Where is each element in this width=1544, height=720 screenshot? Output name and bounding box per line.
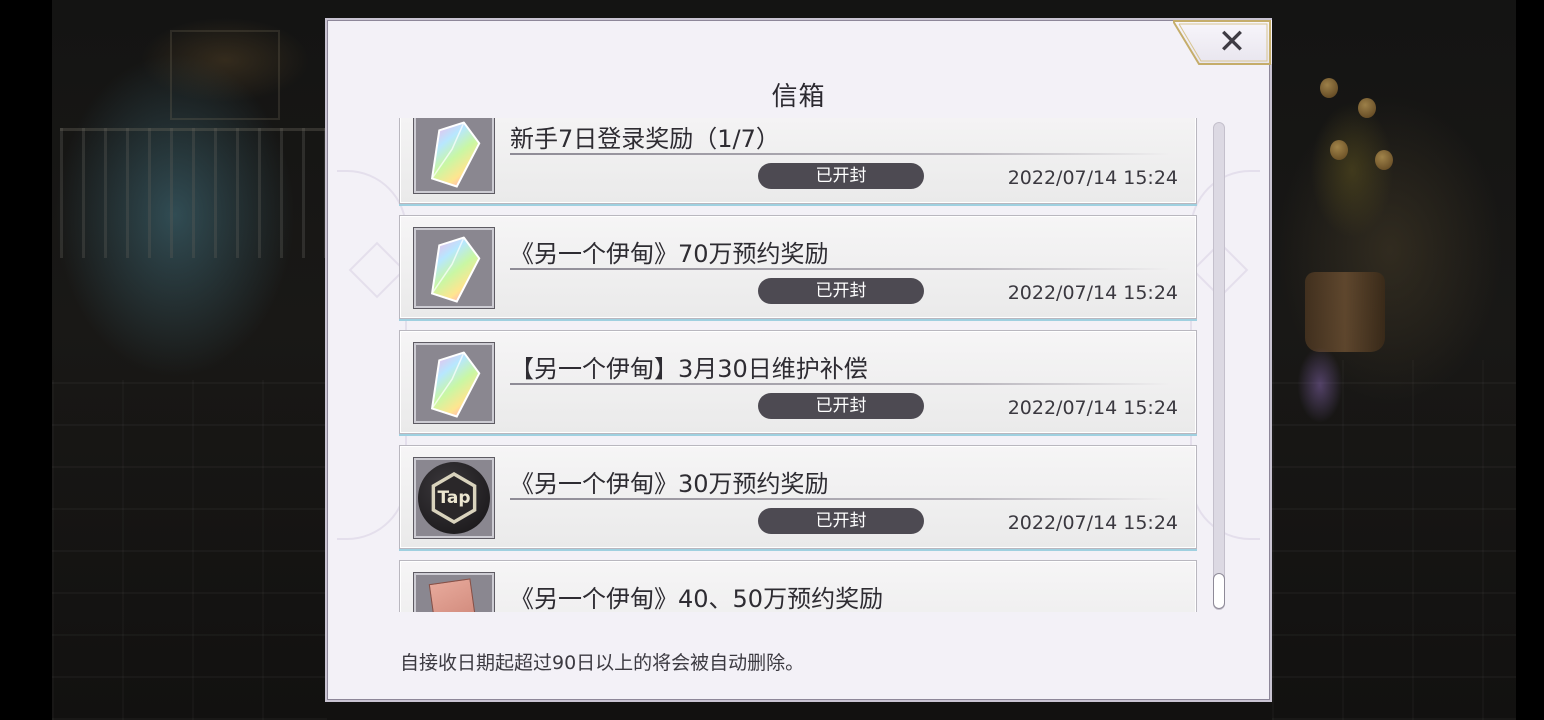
subject-divider xyxy=(510,153,1170,155)
mail-status-badge: 已开封 xyxy=(758,393,924,419)
background-fruit xyxy=(1330,140,1348,160)
mail-list-scrollbar[interactable] xyxy=(1213,122,1225,610)
mail-subject: 新手7日登录奖励（1/7） xyxy=(510,125,780,153)
close-icon[interactable]: ✕ xyxy=(1212,24,1252,60)
mail-item[interactable]: 《另一个伊甸》70万预约奖励 已开封 2022/07/14 15:24 xyxy=(399,215,1197,319)
background-fruit xyxy=(1375,150,1393,170)
mail-item[interactable]: Tap 《另一个伊甸》30万预约奖励 已开封 2022/07/14 15:24 xyxy=(399,445,1197,549)
background-flower xyxy=(1285,330,1355,440)
taptap-hexagon: Tap xyxy=(431,472,477,524)
mail-subject: 【另一个伊甸】3月30日维护补偿 xyxy=(510,355,868,383)
mail-list-content: 新手7日登录奖励（1/7） 已开封 2022/07/14 15:24 《另一个伊… xyxy=(399,118,1199,612)
mail-status-badge: 已开封 xyxy=(758,508,924,534)
mail-attachment-icon-frame xyxy=(414,573,494,612)
dialog-title: 信箱 xyxy=(771,82,826,112)
mail-attachment-icon-frame: Tap xyxy=(414,458,494,538)
dialog-ornament xyxy=(337,170,407,540)
taptap-icon: Tap xyxy=(418,462,490,534)
mail-attachment-icon-frame xyxy=(414,118,494,193)
background-brick-wall-left xyxy=(52,380,327,720)
subject-divider xyxy=(510,498,1170,500)
mail-attachment-icon-frame xyxy=(414,228,494,308)
rainbow-crystal-icon xyxy=(430,236,481,303)
background-window xyxy=(170,30,280,120)
mail-date: 2022/07/14 15:24 xyxy=(1007,512,1178,534)
subject-divider xyxy=(510,383,1170,385)
rainbow-crystal-icon xyxy=(430,121,481,188)
background-fruit-tree xyxy=(1292,70,1412,270)
letterbox-left xyxy=(0,0,52,720)
subject-divider xyxy=(510,268,1170,270)
mail-subject: 《另一个伊甸》30万预约奖励 xyxy=(510,470,829,498)
mail-item[interactable]: 《另一个伊甸》40、50万预约奖励 xyxy=(399,560,1197,612)
background-fruit xyxy=(1320,78,1338,98)
mail-attachment-icon-frame xyxy=(414,343,494,423)
mail-status-badge: 已开封 xyxy=(758,278,924,304)
rainbow-crystal-icon xyxy=(430,351,481,418)
mail-subject: 《另一个伊甸》40、50万预约奖励 xyxy=(510,585,884,612)
mailbox-dialog: 信箱 ✕ 新手7日登录奖励（1/7） 已开封 2022/07/14 15:24 … xyxy=(325,18,1272,702)
mail-subject: 《另一个伊甸》70万预约奖励 xyxy=(510,240,829,268)
dialog-ornament xyxy=(348,241,406,299)
background-railing xyxy=(60,128,325,258)
mail-list[interactable]: 新手7日登录奖励（1/7） 已开封 2022/07/14 15:24 《另一个伊… xyxy=(399,118,1199,612)
background-fruit xyxy=(1358,98,1376,118)
mail-date: 2022/07/14 15:24 xyxy=(1007,282,1178,304)
mail-date: 2022/07/14 15:24 xyxy=(1007,167,1178,189)
mail-item[interactable]: 新手7日登录奖励（1/7） 已开封 2022/07/14 15:24 xyxy=(399,118,1197,204)
taptap-label: Tap xyxy=(435,476,473,520)
auto-delete-notice: 自接收日期起超过90日以上的将会被自动删除。 xyxy=(400,652,805,674)
dialog-ornament xyxy=(1190,170,1260,540)
letterbox-right xyxy=(1516,0,1544,720)
mail-item[interactable]: 【另一个伊甸】3月30日维护补偿 已开封 2022/07/14 15:24 xyxy=(399,330,1197,434)
scrollbar-thumb[interactable] xyxy=(1213,573,1225,609)
mail-status-badge: 已开封 xyxy=(758,163,924,189)
mail-date: 2022/07/14 15:24 xyxy=(1007,397,1178,419)
ticket-icon xyxy=(428,578,480,612)
